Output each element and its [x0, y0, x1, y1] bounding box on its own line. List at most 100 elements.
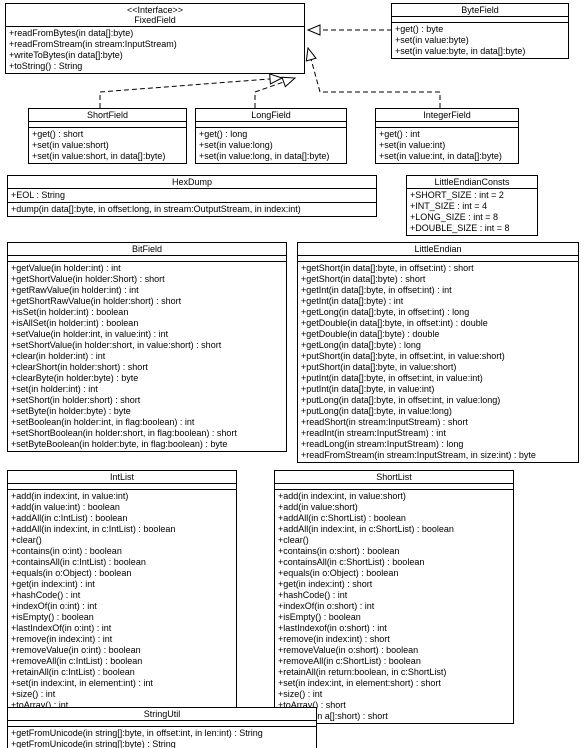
- class-bytefield: ByteField +get() : byte+set(in value:byt…: [391, 3, 569, 59]
- member-line: +getValue(in holder:int) : int: [11, 263, 283, 274]
- methods: +add(in index:int, in value:short)+add(i…: [275, 490, 513, 723]
- member-line: +addAll(in index:int, in c:IntList) : bo…: [11, 524, 233, 535]
- member-line: +set(in holder:int) : int: [11, 384, 283, 395]
- class-shortlist: ShortList +add(in index:int, in value:sh…: [274, 470, 514, 724]
- member-line: +toString() : String: [9, 61, 301, 72]
- class-title: ShortList: [275, 471, 513, 484]
- member-line: +readFromStream(in stream:InputStream, i…: [301, 450, 575, 461]
- member-line: +get() : long: [199, 129, 343, 140]
- member-line: +readFromBytes(in data[]:byte): [9, 28, 301, 39]
- class-title: FixedField: [9, 15, 301, 25]
- member-line: +putShort(in data[]:byte, in offset:int,…: [301, 351, 575, 362]
- class-littleendian: LittleEndian +getShort(in data[]:byte, i…: [297, 242, 579, 463]
- member-line: +setValue(in holder:int, in value:int) :…: [11, 329, 283, 340]
- member-line: +set(in index:int, in element:int) : int: [11, 678, 233, 689]
- methods: +getValue(in holder:int) : int+getShortV…: [8, 262, 286, 451]
- member-line: +set(in value:int, in data[]:byte): [379, 151, 515, 162]
- methods: +get() : byte+set(in value:byte)+set(in …: [392, 23, 568, 58]
- class-title: LittleEndian: [298, 243, 578, 256]
- member-line: +isAllSet(in holder:int) : boolean: [11, 318, 283, 329]
- member-line: +set(in value:long, in data[]:byte): [199, 151, 343, 162]
- methods: +getFromUnicode(in string[]:byte, in off…: [8, 727, 316, 748]
- member-line: +set(in value:long): [199, 140, 343, 151]
- class-title: StringUtil: [8, 708, 316, 721]
- member-line: +set(in value:int): [379, 140, 515, 151]
- member-line: +removeValue(in o:short) : boolean: [278, 645, 510, 656]
- member-line: +set(in value:byte, in data[]:byte): [395, 46, 565, 57]
- member-line: +remove(in index:int) : int: [11, 634, 233, 645]
- member-line: +getLong(in data[]:byte) : long: [301, 340, 575, 351]
- member-line: +setShortBoolean(in holder:short, in fla…: [11, 428, 283, 439]
- member-line: +get(in index:int) : int: [11, 579, 233, 590]
- member-line: +get(in index:int) : short: [278, 579, 510, 590]
- member-line: +DOUBLE_SIZE : int = 8: [410, 223, 534, 234]
- member-line: +clear(): [278, 535, 510, 546]
- member-line: +putShort(in data[]:byte, in value:short…: [301, 362, 575, 373]
- member-line: +INT_SIZE : int = 4: [410, 201, 534, 212]
- member-line: +EOL : String: [11, 190, 373, 201]
- member-line: +putLong(in data[]:byte, in value:long): [301, 406, 575, 417]
- class-title: HexDump: [8, 176, 376, 189]
- member-line: +readInt(in stream:InputStream) : int: [301, 428, 575, 439]
- member-line: +getInt(in data[]:byte, in offset:int) :…: [301, 285, 575, 296]
- member-line: +putInt(in data[]:byte, in offset:int, i…: [301, 373, 575, 384]
- class-title: IntList: [8, 471, 236, 484]
- member-line: +readShort(in stream:InputStream) : shor…: [301, 417, 575, 428]
- attrs: +SHORT_SIZE : int = 2+INT_SIZE : int = 4…: [407, 189, 537, 235]
- class-fixedfield: <<Interface>> FixedField +readFromBytes(…: [5, 3, 305, 74]
- member-line: +clearByte(in holder:byte) : byte: [11, 373, 283, 384]
- class-shortfield: ShortField +get() : short+set(in value:s…: [28, 108, 187, 164]
- member-line: +clearShort(in holder:short) : short: [11, 362, 283, 373]
- member-line: +hashCode() : int: [11, 590, 233, 601]
- member-line: +set(in value:short, in data[]:byte): [32, 151, 183, 162]
- member-line: +putLong(in data[]:byte, in offset:int, …: [301, 395, 575, 406]
- methods: +add(in index:int, in value:int)+add(in …: [8, 490, 236, 723]
- class-title: BitField: [8, 243, 286, 256]
- member-line: +readLong(in stream:InputStream) : long: [301, 439, 575, 450]
- member-line: +setByte(in holder:byte) : byte: [11, 406, 283, 417]
- methods: +readFromBytes(in data[]:byte)+readFromS…: [6, 27, 304, 73]
- member-line: +addAll(in index:int, in c:ShortList) : …: [278, 524, 510, 535]
- class-intlist: IntList +add(in index:int, in value:int)…: [7, 470, 237, 724]
- member-line: +setShortValue(in holder:short, in value…: [11, 340, 283, 351]
- class-hexdump: HexDump +EOL : String +dump(in data[]:by…: [7, 175, 377, 217]
- member-line: +getFromUnicode(in string[]:byte, in off…: [11, 728, 313, 739]
- member-line: +isEmpty() : boolean: [278, 612, 510, 623]
- class-title: LittleEndianConsts: [407, 176, 537, 189]
- member-line: +getDouble(in data[]:byte) : double: [301, 329, 575, 340]
- member-line: +isSet(in holder:int) : boolean: [11, 307, 283, 318]
- class-stringutil: StringUtil +getFromUnicode(in string[]:b…: [7, 707, 317, 748]
- member-line: +getShortValue(in holder:Short) : short: [11, 274, 283, 285]
- member-line: +getLong(in data[]:byte, in offset:int) …: [301, 307, 575, 318]
- member-line: +getInt(in data[]:byte) : int: [301, 296, 575, 307]
- attrs: +EOL : String: [8, 189, 376, 203]
- member-line: +dump(in data[]:byte, in offset:long, in…: [11, 204, 373, 215]
- member-line: +get() : short: [32, 129, 183, 140]
- member-line: +LONG_SIZE : int = 8: [410, 212, 534, 223]
- member-line: +size() : int: [278, 689, 510, 700]
- member-line: +SHORT_SIZE : int = 2: [410, 190, 534, 201]
- member-line: +get() : int: [379, 129, 515, 140]
- methods: +dump(in data[]:byte, in offset:long, in…: [8, 203, 376, 216]
- member-line: +isEmpty() : boolean: [11, 612, 233, 623]
- methods: +get() : long+set(in value:long)+set(in …: [196, 128, 346, 163]
- member-line: +contains(in o:short) : boolean: [278, 546, 510, 557]
- member-line: +setShort(in holder:short) : short: [11, 395, 283, 406]
- member-line: +set(in value:byte): [395, 35, 565, 46]
- class-bitfield: BitField +getValue(in holder:int) : int+…: [7, 242, 287, 452]
- member-line: +add(in value:int) : boolean: [11, 502, 233, 513]
- member-line: +get() : byte: [395, 24, 565, 35]
- class-title: IntegerField: [376, 109, 518, 122]
- member-line: +clear(in holder:int) : int: [11, 351, 283, 362]
- member-line: +getFromUnicode(in string[]:byte) : Stri…: [11, 739, 313, 748]
- member-line: +addAll(in c:ShortList) : boolean: [278, 513, 510, 524]
- class-title: ByteField: [392, 4, 568, 17]
- class-littleendianconsts: LittleEndianConsts +SHORT_SIZE : int = 2…: [406, 175, 538, 236]
- member-line: +getShort(in data[]:byte, in offset:int)…: [301, 263, 575, 274]
- member-line: +equals(in o:Object) : boolean: [11, 568, 233, 579]
- member-line: +removeAll(in c:ShortList) : boolean: [278, 656, 510, 667]
- member-line: +contains(in o:int) : boolean: [11, 546, 233, 557]
- member-line: +setBoolean(in holder:int, in flag:boole…: [11, 417, 283, 428]
- member-line: +equals(in o:Object) : boolean: [278, 568, 510, 579]
- member-line: +containsAll(in c:ShortList) : boolean: [278, 557, 510, 568]
